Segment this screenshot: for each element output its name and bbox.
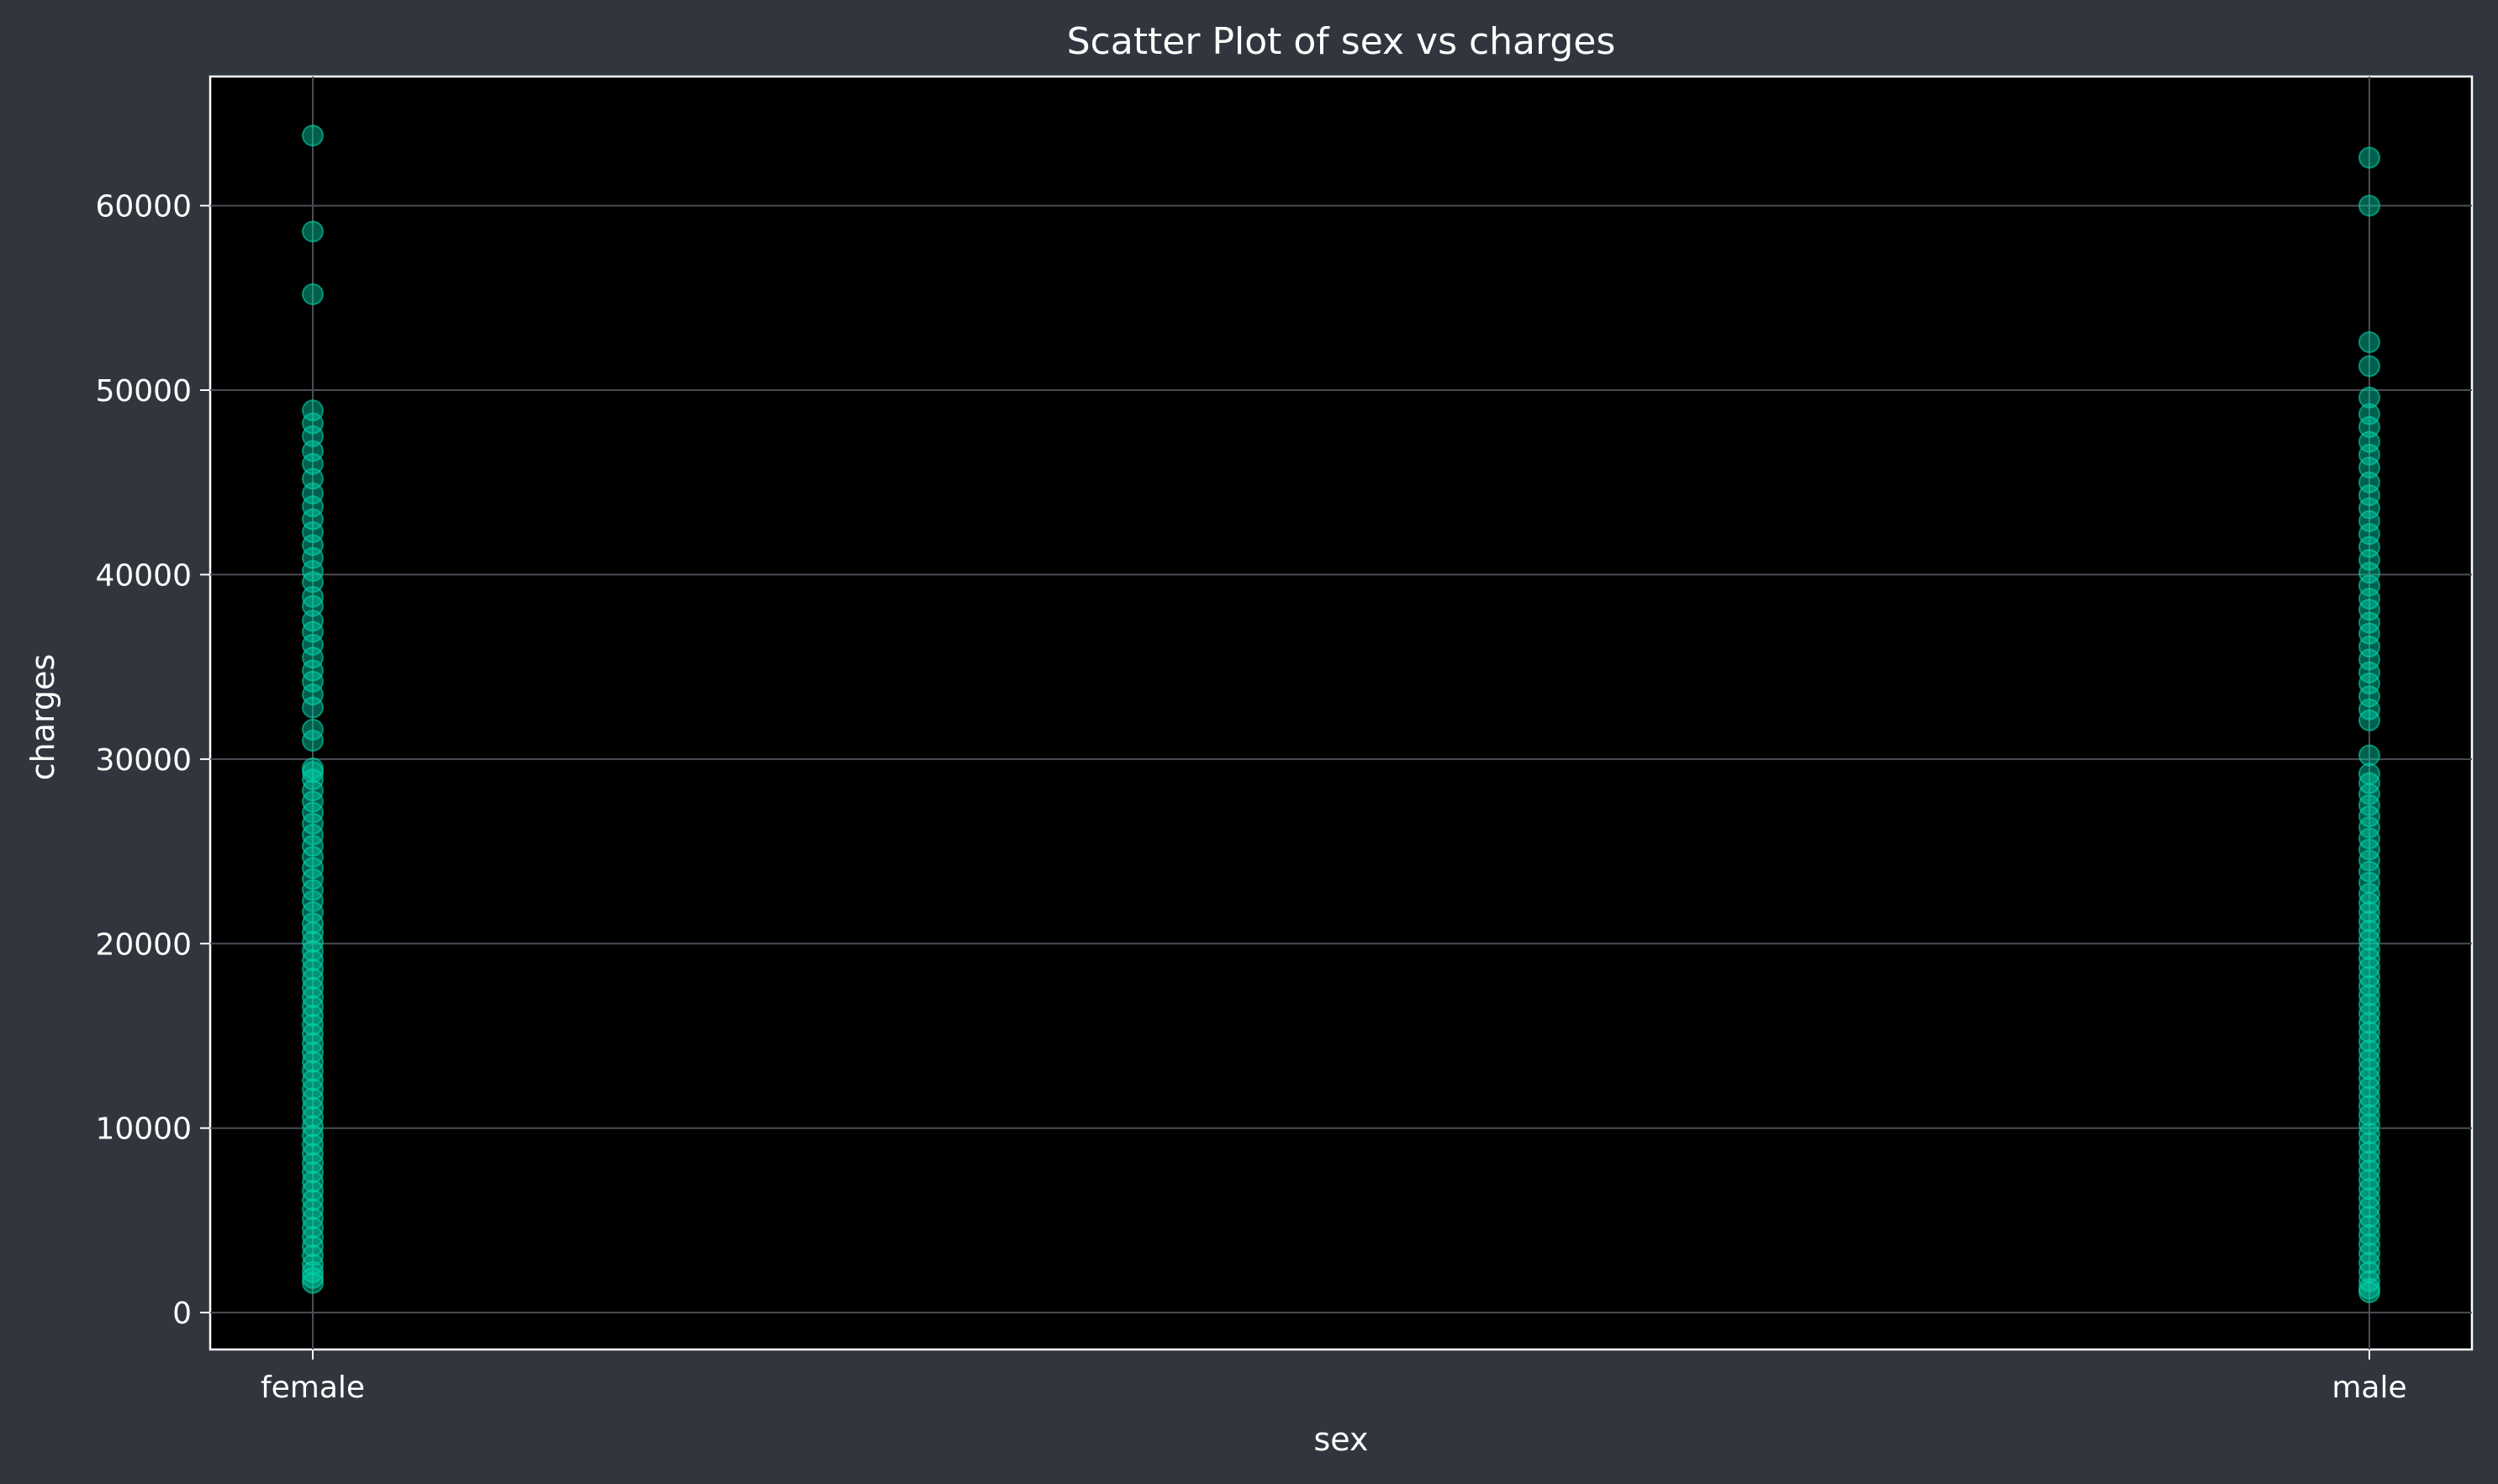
y-tick-label: 0 bbox=[172, 1297, 192, 1331]
data-point bbox=[302, 718, 324, 741]
y-tick-label: 10000 bbox=[95, 1112, 192, 1147]
data-point bbox=[302, 283, 324, 305]
y-axis-label: charges bbox=[24, 654, 61, 781]
data-point bbox=[302, 124, 324, 147]
data-point bbox=[302, 757, 324, 779]
scatter-chart: 0 10000 20000 30000 40000 50000 60000 female mal… bbox=[24, 20, 2474, 1458]
plot-area bbox=[209, 75, 2474, 1351]
data-point bbox=[2358, 194, 2380, 217]
x-tick-label: male bbox=[2332, 1370, 2406, 1405]
data-point bbox=[2358, 386, 2380, 409]
y-tick-label: 40000 bbox=[95, 558, 192, 593]
data-point bbox=[2358, 355, 2380, 378]
data-point bbox=[2358, 763, 2380, 785]
data-point bbox=[2358, 744, 2380, 767]
x-axis-label: sex bbox=[1314, 1421, 1369, 1458]
y-tick-label: 20000 bbox=[95, 927, 192, 962]
data-point bbox=[302, 399, 324, 422]
y-tick-label: 30000 bbox=[95, 743, 192, 778]
data-point bbox=[302, 220, 324, 243]
x-tick-label: female bbox=[261, 1370, 365, 1405]
y-tick-label: 60000 bbox=[95, 190, 192, 224]
y-tick-label: 50000 bbox=[95, 374, 192, 409]
data-point bbox=[2358, 146, 2380, 169]
chart-title: Scatter Plot of sex vs charges bbox=[1067, 20, 1616, 63]
data-point bbox=[2358, 330, 2380, 353]
